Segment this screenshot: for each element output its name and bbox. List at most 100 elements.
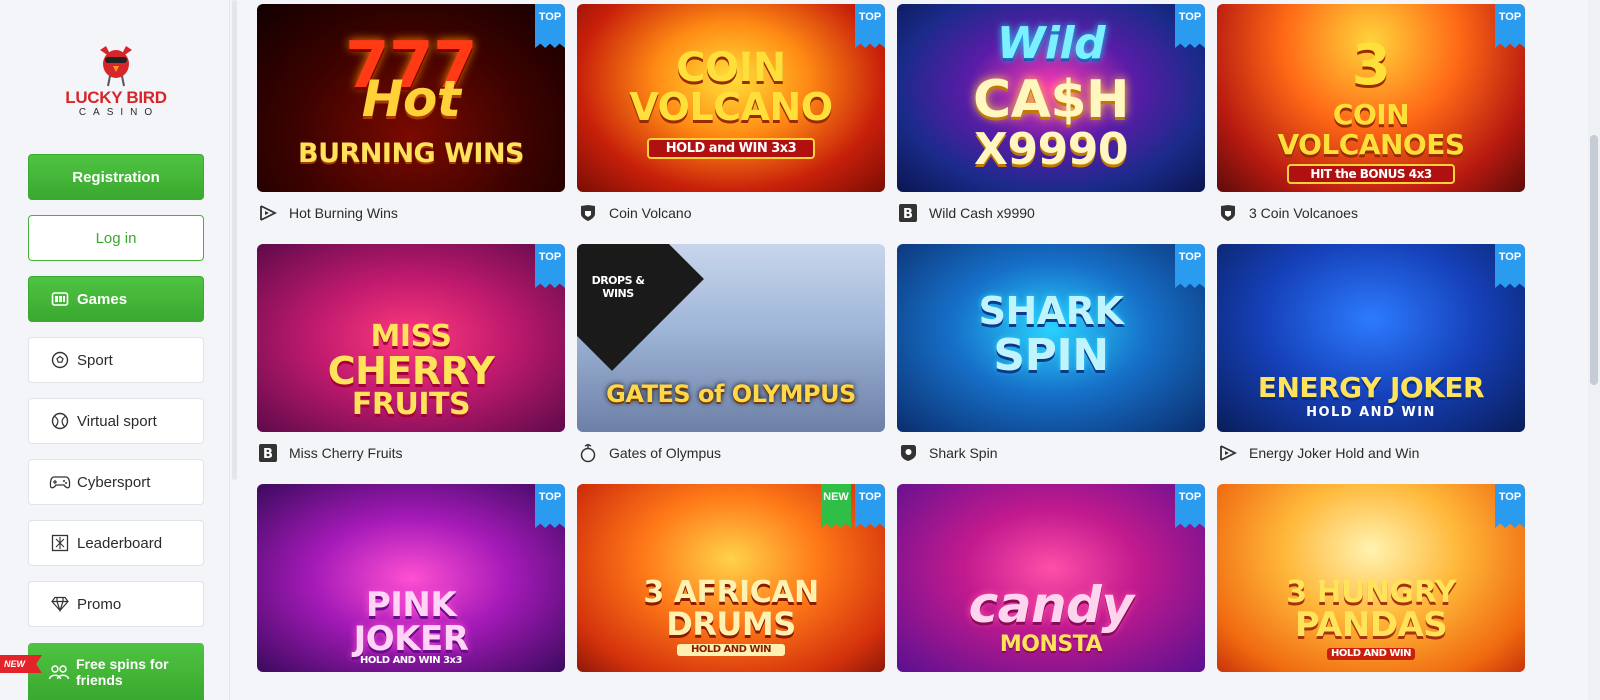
sidebar-item-label: Leaderboard (77, 534, 163, 552)
shield-provider-icon (1217, 202, 1239, 224)
diamond-icon (49, 593, 71, 615)
game-art-line1: COIN (676, 45, 786, 91)
game-art-line3: X9990 (974, 124, 1128, 175)
game-title[interactable]: Coin Volcano (609, 205, 692, 221)
game-card[interactable]: MISS CHERRY FRUITS TOP B Miss Cherry Fru… (257, 244, 565, 466)
games-icon (49, 288, 71, 310)
game-art-line1: 3 HUNGRY (1286, 575, 1456, 610)
game-art-line2: CHERRY (327, 349, 495, 393)
sidebar-item-label: Virtual sport (77, 412, 157, 430)
top-badge: TOP (1495, 4, 1525, 48)
free-spins-button[interactable]: Free spins for friends (28, 643, 204, 700)
game-thumbnail[interactable]: Wild CA$H X9990 TOP (897, 4, 1205, 192)
game-thumbnail[interactable]: SHARK SPIN TOP (897, 244, 1205, 432)
brand-subtitle: CASINO (78, 107, 160, 118)
sidebar-item-label: Promo (77, 595, 122, 613)
game-thumbnail[interactable]: 3 HUNGRY PANDAS HOLD AND WIN TOP (1217, 484, 1525, 672)
game-title[interactable]: Energy Joker Hold and Win (1249, 445, 1419, 461)
free-spins-label: Free spins for friends (76, 655, 169, 688)
game-title[interactable]: Miss Cherry Fruits (289, 445, 403, 461)
game-card[interactable]: DROPS & WINS GATES of OLYMPUS Gates of O… (577, 244, 885, 466)
sidebar: LUCKY BIRD CASINO Registration Log in Ga… (0, 0, 230, 700)
game-art-line3: HOLD AND WIN (677, 644, 785, 656)
game-card[interactable]: 3 COIN VOLCANOES HIT the BONUS 4x3 TOP 3… (1217, 4, 1525, 226)
new-flag: NEW (0, 655, 42, 673)
casino-logo[interactable]: LUCKY BIRD CASINO (56, 36, 176, 126)
shield-provider-icon (577, 202, 599, 224)
bird-icon (100, 46, 132, 87)
svg-text:B: B (263, 447, 273, 462)
login-button[interactable]: Log in (28, 215, 204, 261)
game-art-line1: 3 AFRICAN (643, 575, 819, 610)
sidebar-item-virtual-sport[interactable]: Virtual sport (28, 398, 204, 444)
sidebar-item-label: Cybersport (77, 473, 151, 491)
game-card[interactable]: Wild CA$H X9990 TOP B Wild Cash x9990 (897, 4, 1205, 226)
game-thumbnail[interactable]: 3 COIN VOLCANOES HIT the BONUS 4x3 TOP (1217, 4, 1525, 192)
game-art-line3: HIT the BONUS 4x3 (1287, 164, 1455, 184)
game-art-line2: PANDAS (1294, 605, 1448, 645)
game-card[interactable]: 3 HUNGRY PANDAS HOLD AND WIN TOP (1217, 484, 1525, 672)
game-card[interactable]: PINK JOKER HOLD AND WIN 3x3 TOP (257, 484, 565, 672)
game-title[interactable]: 3 Coin Volcanoes (1249, 205, 1358, 221)
top-badge: TOP (1175, 4, 1205, 48)
new-badge: NEW (821, 484, 851, 528)
game-art-line3: FRUITS (351, 387, 471, 422)
game-art-line1: 3 (1351, 33, 1391, 98)
registration-button[interactable]: Registration (28, 154, 204, 200)
game-art-line2: SPIN (993, 330, 1109, 381)
game-card[interactable]: 3 AFRICAN DRUMS HOLD AND WIN NEW TOP (577, 484, 885, 672)
sidebar-item-leaderboard[interactable]: Leaderboard (28, 520, 204, 566)
top-badge: TOP (535, 4, 565, 48)
top-badge: TOP (1175, 484, 1205, 528)
game-thumbnail[interactable]: candy MONSTA TOP (897, 484, 1205, 672)
top-badge: TOP (1495, 244, 1525, 288)
game-thumbnail[interactable]: PINK JOKER HOLD AND WIN 3x3 TOP (257, 484, 565, 672)
top-badge: TOP (535, 244, 565, 288)
top-badge: TOP (1495, 484, 1525, 528)
sidebar-item-games[interactable]: Games (28, 276, 204, 322)
game-art-line1: PINK (365, 585, 457, 625)
friends-icon (48, 661, 70, 683)
game-title[interactable]: Gates of Olympus (609, 445, 721, 461)
sidebar-item-sport[interactable]: Sport (28, 337, 204, 383)
top-badge: TOP (855, 484, 885, 528)
game-card[interactable]: candy MONSTA TOP (897, 484, 1205, 672)
sidebar-item-cybersport[interactable]: Cybersport (28, 459, 204, 505)
game-thumbnail[interactable]: DROPS & WINS GATES of OLYMPUS (577, 244, 885, 432)
registration-label: Registration (72, 168, 160, 186)
game-card[interactable]: SHARK SPIN TOP Shark Spin (897, 244, 1205, 466)
login-label: Log in (95, 229, 137, 247)
game-art-line2: MONSTA (999, 632, 1103, 657)
sidebar-scrollbar[interactable] (232, 0, 237, 480)
game-art-line2: COIN VOLCANOES (1277, 98, 1465, 161)
soccer-ball-icon (49, 349, 71, 371)
top-badge: TOP (1175, 244, 1205, 288)
game-card[interactable]: ENERGY JOKER HOLD AND WIN TOP Energy Jok… (1217, 244, 1525, 466)
game-title[interactable]: Shark Spin (929, 445, 997, 461)
sidebar-item-promo[interactable]: Promo (28, 581, 204, 627)
game-thumbnail[interactable]: 777 Hot BURNING WINS TOP (257, 4, 565, 192)
drops-wins-corner (577, 244, 704, 371)
game-art-line1: SHARK (978, 289, 1124, 333)
game-thumbnail[interactable]: ENERGY JOKER HOLD AND WIN TOP (1217, 244, 1525, 432)
game-art-line1: ENERGY JOKER (1257, 371, 1485, 404)
game-card[interactable]: 777 Hot BURNING WINS TOP Hot Burning Win… (257, 4, 565, 226)
game-art-line3: BURNING WINS (298, 138, 524, 169)
game-art-line2: CA$H (972, 70, 1130, 130)
brand-name: LUCKY BIRD (65, 88, 167, 107)
game-art-line3: HOLD AND WIN 3x3 (360, 655, 462, 666)
game-thumbnail[interactable]: MISS CHERRY FRUITS TOP (257, 244, 565, 432)
game-title[interactable]: Hot Burning Wins (289, 205, 398, 221)
b-provider-icon: B (257, 442, 279, 464)
gamepad-icon (49, 471, 71, 493)
svg-text:B: B (903, 207, 913, 222)
game-art-line3: HOLD and WIN 3x3 (647, 138, 815, 159)
page-scrollbar-thumb[interactable] (1590, 135, 1598, 385)
game-title[interactable]: Wild Cash x9990 (929, 205, 1035, 221)
game-thumbnail[interactable]: COIN VOLCANO HOLD and WIN 3x3 TOP (577, 4, 885, 192)
game-thumbnail[interactable]: 3 AFRICAN DRUMS HOLD AND WIN NEW TOP (577, 484, 885, 672)
game-card[interactable]: COIN VOLCANO HOLD and WIN 3x3 TOP Coin V… (577, 4, 885, 226)
b-provider-icon: B (897, 202, 919, 224)
sidebar-item-label: Sport (77, 351, 113, 369)
pragmatic-provider-icon (577, 442, 599, 464)
